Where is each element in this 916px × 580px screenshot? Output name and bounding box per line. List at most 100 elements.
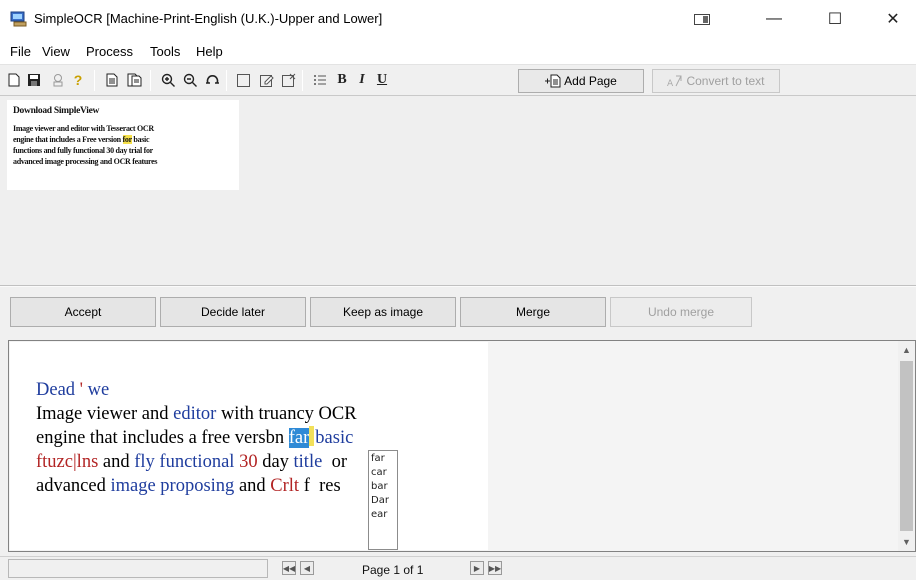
undo-merge-button[interactable]: Undo merge (610, 297, 752, 327)
delete-region-button[interactable] (278, 70, 298, 90)
image-line: advanced image processing and OCR featur… (13, 157, 158, 166)
minimize-button[interactable]: — (751, 0, 797, 38)
italic-button[interactable]: I (352, 70, 372, 90)
ocr-line: advanced image proposing and Crlt f res (36, 474, 357, 498)
app-icon (10, 11, 27, 27)
save-button[interactable] (24, 70, 44, 90)
ocr-text-run: or (322, 452, 347, 472)
menu-tools[interactable]: Tools (150, 44, 180, 59)
text-pane: Dead ' we Image viewer and editor with t… (8, 340, 916, 552)
multi-page-button[interactable] (124, 70, 144, 90)
scanned-image-preview[interactable]: Download SimpleView Image viewer and edi… (7, 100, 239, 190)
keep-as-image-button[interactable]: Keep as image (310, 297, 456, 327)
image-pane: Download SimpleView Image viewer and edi… (0, 96, 916, 286)
unrecognized-word[interactable]: Crlt (270, 476, 299, 496)
ocr-text: Dead ' we Image viewer and editor with t… (36, 378, 357, 498)
previous-page-button[interactable]: ◀ (300, 561, 314, 575)
toolbar-separator (226, 70, 227, 91)
ocr-line: Dead ' we (36, 378, 357, 402)
first-page-icon: ◀◀ (282, 563, 296, 573)
snap-layout-button[interactable] (677, 0, 727, 38)
ocr-text-run: engine that includes a free versbn (36, 428, 289, 448)
next-page-icon: ▶ (473, 563, 481, 573)
window-title: SimpleOCR [Machine-Print-English (U.K.)-… (34, 11, 383, 26)
bullet-list-button[interactable] (310, 70, 330, 90)
merge-button[interactable]: Merge (460, 297, 606, 327)
action-bar: Accept Decide later Keep as image Merge … (0, 286, 916, 338)
ocr-text-run: f (299, 476, 310, 496)
scroll-thumb[interactable] (900, 361, 913, 531)
vertical-scrollbar[interactable]: ▲ ▼ (898, 341, 915, 551)
maximize-icon: ☐ (827, 11, 843, 28)
ocr-text-run: Image viewer and (36, 404, 174, 424)
zoom-out-button[interactable] (180, 70, 200, 90)
scroll-up-button[interactable]: ▲ (898, 341, 915, 359)
image-heading: Download SimpleView (13, 106, 100, 116)
first-page-button[interactable]: ◀◀ (282, 561, 296, 575)
scroll-down-button[interactable]: ▼ (898, 533, 915, 551)
status-panel (8, 559, 268, 578)
new-document-button[interactable] (4, 70, 24, 90)
select-region-button[interactable] (233, 70, 253, 90)
maximize-button[interactable]: ☐ (812, 0, 858, 38)
zoom-out-icon (183, 73, 197, 87)
menu-file[interactable]: File (10, 44, 31, 59)
uncertain-word[interactable]: image proposing (110, 476, 234, 496)
suggestion-item[interactable]: bar (371, 480, 395, 494)
ocr-line: ftuzc|lns and fly functional 30 day titl… (36, 450, 357, 474)
toolbar-separator (150, 70, 151, 91)
uncertain-word[interactable]: fly functional (134, 452, 234, 472)
svg-text:A: A (667, 79, 674, 88)
last-page-button[interactable]: ▶▶ (488, 561, 502, 575)
uncertain-word[interactable]: we (88, 380, 110, 400)
suggestion-item[interactable]: ear (371, 508, 395, 522)
delete-region-icon (281, 73, 295, 87)
suggestion-item[interactable]: far (371, 452, 395, 466)
next-page-button[interactable]: ▶ (470, 561, 484, 575)
menu-view[interactable]: View (42, 44, 70, 59)
bold-icon: B (337, 72, 347, 87)
single-page-button[interactable] (102, 70, 122, 90)
image-highlighted-word: for (122, 135, 132, 144)
image-line: engine that includes a Free version for … (13, 134, 233, 145)
ocr-text-run: day (257, 452, 294, 472)
image-text: basic (131, 135, 150, 144)
close-button[interactable]: ✕ (870, 0, 916, 38)
zoom-reset-icon (205, 74, 219, 84)
zoom-in-button[interactable] (158, 70, 178, 90)
selected-word[interactable]: far (288, 428, 310, 448)
bold-button[interactable]: B (332, 70, 352, 90)
add-page-button[interactable]: Add Page (518, 69, 644, 93)
image-text: engine that includes a Free version (13, 135, 123, 144)
accept-button[interactable]: Accept (10, 297, 156, 327)
help-button[interactable]: ? (68, 70, 88, 90)
uncertain-word[interactable]: basic (315, 428, 353, 448)
close-icon: ✕ (886, 11, 900, 28)
uncertain-word[interactable]: Dead (36, 380, 75, 400)
multi-page-icon (127, 73, 141, 87)
unrecognized-word[interactable]: ftuzc|lns (36, 452, 98, 472)
menu-help[interactable]: Help (196, 44, 223, 59)
save-icon (28, 74, 40, 86)
convert-to-text-button[interactable]: A Convert to text (652, 69, 780, 93)
zoom-reset-button[interactable] (202, 70, 222, 90)
last-page-icon: ▶▶ (488, 563, 502, 573)
ocr-word[interactable]: ' (75, 380, 88, 400)
image-line: Image viewer and editor with Tesseract O… (13, 124, 154, 133)
uncertain-word[interactable]: editor (173, 404, 216, 424)
previous-page-icon: ◀ (303, 563, 311, 573)
menu-process[interactable]: Process (86, 44, 133, 59)
keep-as-image-label: Keep as image (342, 305, 424, 319)
unrecognized-word[interactable]: 30 (239, 452, 258, 472)
edit-region-button[interactable] (256, 70, 276, 90)
suggestion-item[interactable]: Dar (371, 494, 395, 508)
ocr-text-editor[interactable]: Dead ' we Image viewer and editor with t… (10, 342, 488, 550)
uncertain-word[interactable]: title (294, 452, 323, 472)
suggestion-item[interactable]: car (371, 466, 395, 480)
decide-later-button[interactable]: Decide later (160, 297, 306, 327)
toolbar-separator (302, 70, 303, 91)
scanner-button[interactable] (48, 70, 68, 90)
minimize-icon: — (766, 10, 782, 27)
bullet-list-icon (314, 75, 326, 85)
underline-button[interactable]: U (372, 70, 392, 90)
